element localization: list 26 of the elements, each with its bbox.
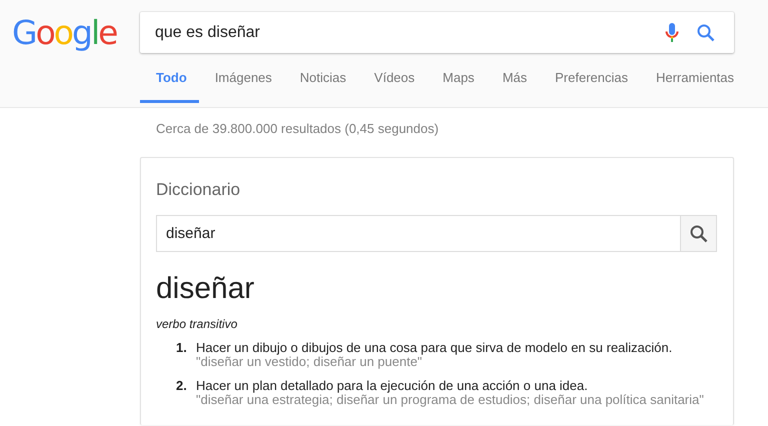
definition-number: 2. <box>176 379 188 395</box>
search-button[interactable] <box>680 215 717 252</box>
result-count: Cerca de 39.800.000 resultados (0,45 segundos) <box>155 120 440 138</box>
search-field[interactable]: que es diseñar <box>140 12 734 53</box>
tab[interactable]: Noticias <box>284 66 358 103</box>
card-title: Diccionario <box>156 180 242 200</box>
headword: diseñar <box>156 271 256 307</box>
usage-example: "diseñar un vestido; diseñar un puente" <box>196 355 422 369</box>
tab[interactable]: Vídeos <box>358 66 427 103</box>
tab[interactable]: Maps <box>426 66 486 103</box>
tab[interactable]: Preferencias <box>539 66 640 103</box>
search-input[interactable]: que es diseñar <box>140 24 665 42</box>
tab[interactable]: Todo <box>140 66 199 103</box>
tab[interactable]: Más <box>486 66 539 103</box>
definition-text: Hacer un plan detallado para la ejecución de una acción o una idea. <box>196 379 589 393</box>
search-icon <box>690 224 708 242</box>
microphone-icon[interactable] <box>665 22 679 42</box>
usage-example: "diseñar una estrategia; diseñar un programa de estudios; diseñar una política sanitaria" <box>196 393 704 407</box>
dictionary-search-field[interactable]: diseñar <box>156 215 680 252</box>
definition-text: Hacer un dibujo o dibujos de una cosa para que sirva de modelo en su realización. <box>196 341 672 355</box>
tab[interactable]: Imágenes <box>198 66 284 103</box>
definition-number: 1. <box>176 341 188 357</box>
search-icon[interactable] <box>697 24 715 42</box>
tab[interactable]: Herramientas <box>640 66 746 103</box>
logo[interactable]: Google <box>12 12 124 52</box>
part-of-speech: verbo transitivo <box>156 317 238 331</box>
